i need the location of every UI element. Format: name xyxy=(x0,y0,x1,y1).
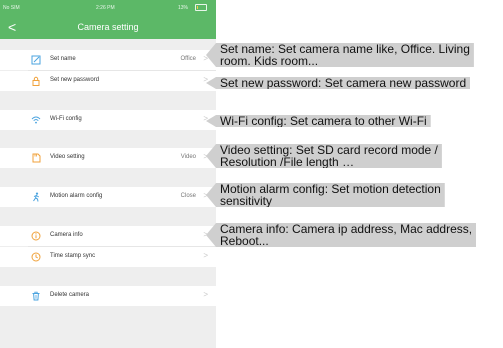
row-value: Video xyxy=(180,154,196,160)
row-label: Time stamp sync xyxy=(50,253,96,259)
row-time-stamp-sync[interactable]: Time stamp sync > xyxy=(0,247,216,267)
callout-line: room. Kids room... xyxy=(220,54,319,68)
callout-line: Wi-Fi config: Set camera to other Wi-Fi xyxy=(220,114,427,128)
callout-line: Reboot... xyxy=(220,234,269,248)
row-value: Close xyxy=(180,193,196,199)
battery-level xyxy=(197,6,198,9)
row-camera-info[interactable]: Camera info > xyxy=(0,226,216,246)
row-label: Wi-Fi config xyxy=(50,116,82,122)
callout-line: Resolution /File length … xyxy=(220,155,355,169)
callout-line: sensitivity xyxy=(220,194,273,208)
callout-video-setting: Video setting: Set SD card record mode /… xyxy=(206,144,442,168)
page-title: Camera setting xyxy=(77,22,139,32)
row-set-new-password[interactable]: Set new password > xyxy=(0,71,216,91)
row-video-setting[interactable]: Video setting Video > xyxy=(0,148,216,168)
row-value: Office xyxy=(180,56,196,62)
trash-icon xyxy=(30,290,42,302)
chevron-right-icon: > xyxy=(203,251,208,260)
wifi-icon xyxy=(30,114,42,126)
info-icon xyxy=(30,230,42,242)
callout-motion-alarm-config: Motion alarm config: Set motion detectio… xyxy=(206,183,445,207)
row-label: Set name xyxy=(50,56,76,62)
callout-wifi-config: Wi-Fi config: Set camera to other Wi-Fi xyxy=(206,115,431,127)
sd-card-icon xyxy=(30,152,42,164)
chevron-right-icon: > xyxy=(203,290,208,299)
clock-icon xyxy=(30,251,42,263)
lock-icon xyxy=(30,75,42,87)
row-label: Video setting xyxy=(50,154,85,160)
battery-percent: 13% xyxy=(178,5,189,11)
row-motion-alarm-config[interactable]: Motion alarm config Close > xyxy=(0,187,216,207)
status-time: 2:26 PM xyxy=(96,5,115,11)
row-set-name[interactable]: Set name Office > xyxy=(0,50,216,70)
callout-line: Set new password: Set camera new passwor… xyxy=(220,76,467,90)
row-label: Motion alarm config xyxy=(50,193,103,199)
motion-icon xyxy=(30,191,42,203)
nav-bar: < Camera setting xyxy=(0,16,216,39)
carrier-label: No SIM xyxy=(3,5,20,11)
row-label: Set new password xyxy=(50,77,100,83)
status-bar: No SIM 2:26 PM 13% xyxy=(0,0,216,16)
phone-screen: No SIM 2:26 PM 13% < Camera setting Set … xyxy=(0,0,216,348)
callout-set-new-password: Set new password: Set camera new passwor… xyxy=(206,76,471,90)
battery-icon xyxy=(195,4,207,11)
edit-icon xyxy=(30,54,42,66)
row-wifi-config[interactable]: Wi-Fi config > xyxy=(0,110,216,130)
callout-set-name: Set name: Set camera name like, Office. … xyxy=(206,43,474,67)
row-label: Camera info xyxy=(50,232,83,238)
callout-camera-info: Camera info: Camera ip address, Mac addr… xyxy=(206,223,477,248)
row-delete-camera[interactable]: Delete camera > xyxy=(0,286,216,306)
row-label: Delete camera xyxy=(50,292,90,298)
